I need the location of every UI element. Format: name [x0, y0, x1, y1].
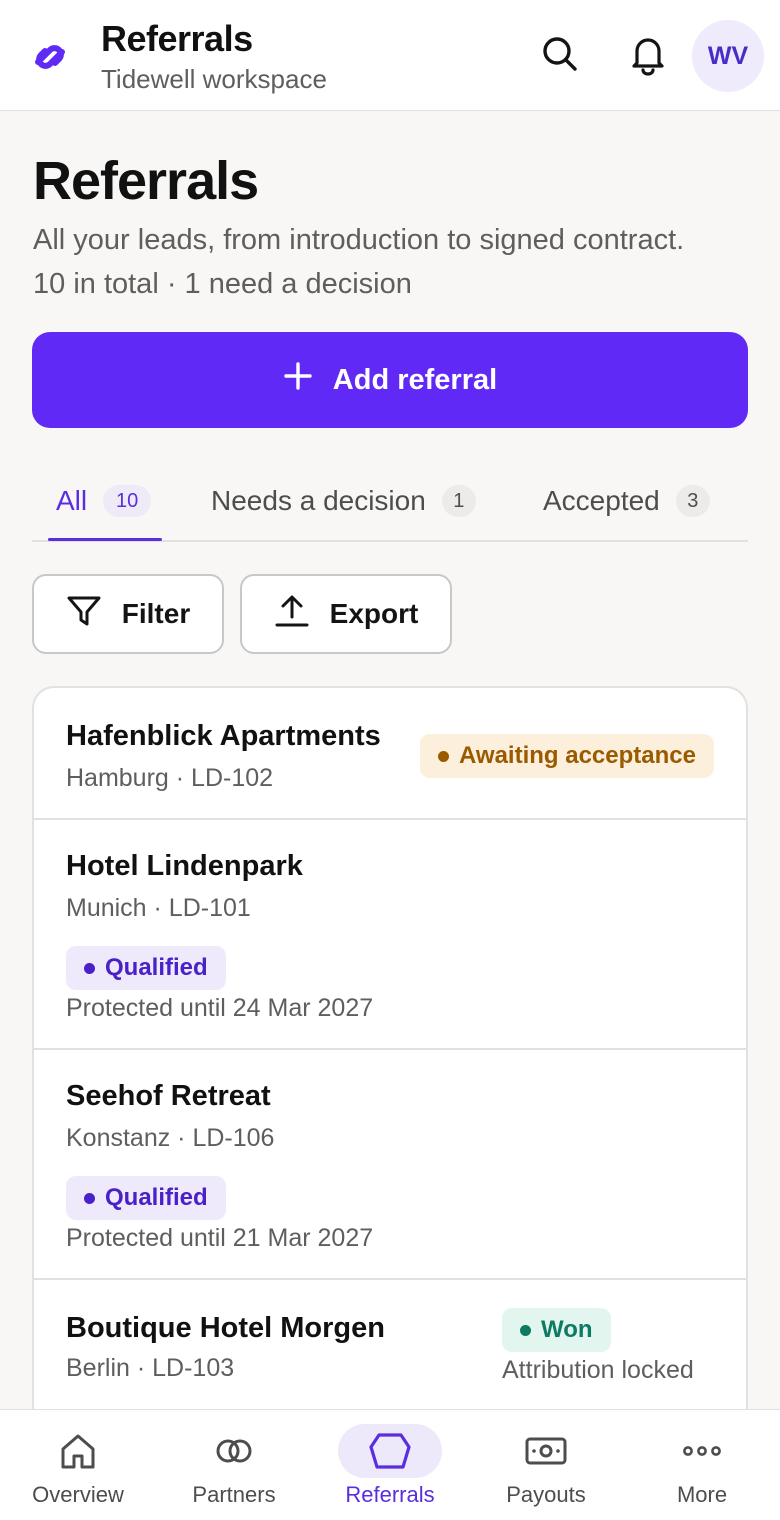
- referral-location: Berlin · LD-103: [66, 1354, 235, 1382]
- nav-item-payouts[interactable]: Payouts: [468, 1410, 624, 1520]
- tab-needs-decision[interactable]: Needs a decision 1: [211, 462, 476, 540]
- status-dot-icon: [84, 1192, 95, 1204]
- bottom-navigation: Overview Partners Referrals Payouts More: [0, 1409, 780, 1520]
- status-dot-icon: [438, 750, 449, 762]
- status-badge: Qualified: [66, 946, 226, 990]
- referral-name: Seehof Retreat: [66, 1080, 271, 1112]
- status-label: Won: [541, 1316, 593, 1343]
- search-icon: [540, 34, 580, 79]
- nav-label: Payouts: [506, 1482, 586, 1507]
- referral-location: Konstanz · LD-106: [66, 1124, 275, 1152]
- status-dot-icon: [520, 1324, 531, 1336]
- protection-note: Protected until 24 Mar 2027: [66, 994, 374, 1022]
- filter-tabs: All 10 Needs a decision 1 Accepted 3: [32, 462, 748, 542]
- nav-item-overview[interactable]: Overview: [0, 1410, 156, 1520]
- filter-label: Filter: [121, 598, 191, 629]
- more-icon: [650, 1424, 754, 1478]
- list-item[interactable]: Hafenblick Apartments Hamburg · LD-102 A…: [34, 688, 746, 820]
- payouts-icon: [494, 1424, 598, 1478]
- tab-count-badge: 10: [103, 485, 152, 517]
- tab-all[interactable]: All 10: [56, 462, 152, 540]
- nav-label: Referrals: [345, 1482, 435, 1507]
- filter-icon: [66, 594, 102, 635]
- status-label: Qualified: [105, 1184, 208, 1211]
- nav-item-more[interactable]: More: [624, 1410, 780, 1520]
- page-title: Referrals: [33, 151, 259, 211]
- page-description: All your leads, from introduction to sig…: [33, 224, 685, 256]
- add-referral-button[interactable]: Add referral: [32, 332, 748, 428]
- notifications-button[interactable]: [620, 28, 676, 84]
- tab-label: Accepted: [543, 485, 660, 516]
- nav-label: More: [676, 1482, 728, 1507]
- referral-list: Hafenblick Apartments Hamburg · LD-102 A…: [32, 686, 748, 1446]
- home-icon: [26, 1424, 130, 1478]
- partners-icon: [182, 1424, 286, 1478]
- upload-icon: [274, 593, 310, 636]
- list-item[interactable]: Seehof Retreat Konstanz · LD-106 Qualifi…: [34, 1050, 746, 1280]
- active-tab-indicator: [48, 538, 162, 541]
- status-label: Awaiting acceptance: [459, 742, 696, 769]
- avatar[interactable]: WV: [692, 20, 764, 92]
- bell-icon: [628, 32, 668, 81]
- tab-accepted[interactable]: Accepted 3: [543, 462, 710, 540]
- export-label: Export: [329, 598, 419, 629]
- referral-name: Hotel Lindenpark: [66, 850, 303, 882]
- referral-name: Boutique Hotel Morgen: [66, 1312, 385, 1344]
- tab-count-badge: 1: [441, 485, 476, 517]
- referrals-icon: [338, 1424, 442, 1478]
- plus-icon: [283, 361, 313, 399]
- export-button[interactable]: Export: [240, 574, 452, 654]
- tab-label: Needs a decision: [211, 485, 426, 516]
- search-button[interactable]: [532, 28, 588, 84]
- status-dot-icon: [84, 962, 95, 974]
- nav-item-referrals[interactable]: Referrals: [312, 1410, 468, 1520]
- protection-note: Protected until 21 Mar 2027: [66, 1224, 374, 1252]
- tab-label: All: [56, 485, 88, 516]
- referral-name: Hafenblick Apartments: [66, 720, 381, 752]
- nav-item-partners[interactable]: Partners: [156, 1410, 312, 1520]
- status-label: Qualified: [105, 954, 208, 981]
- filter-button[interactable]: Filter: [32, 574, 224, 654]
- referral-location: Hamburg · LD-102: [66, 764, 274, 792]
- page-summary: 10 in total · 1 need a decision: [33, 268, 412, 300]
- tab-count-badge: 3: [675, 485, 710, 517]
- status-badge: Won: [502, 1308, 611, 1352]
- status-badge: Awaiting acceptance: [420, 734, 714, 778]
- nav-label: Overview: [32, 1482, 124, 1507]
- referral-location: Munich · LD-101: [66, 894, 251, 922]
- workspace-name: Tidewell workspace: [101, 64, 327, 94]
- list-item[interactable]: Hotel Lindenpark Munich · LD-101 Qualifi…: [34, 820, 746, 1050]
- app-logo-icon: [30, 38, 70, 76]
- app-title: Referrals: [101, 18, 253, 59]
- nav-label: Partners: [192, 1482, 276, 1507]
- add-referral-label: Add referral: [332, 363, 498, 396]
- attribution-note: Attribution locked: [502, 1356, 694, 1384]
- app-bar: Referrals Tidewell workspace WV: [0, 0, 780, 111]
- status-badge: Qualified: [66, 1176, 226, 1220]
